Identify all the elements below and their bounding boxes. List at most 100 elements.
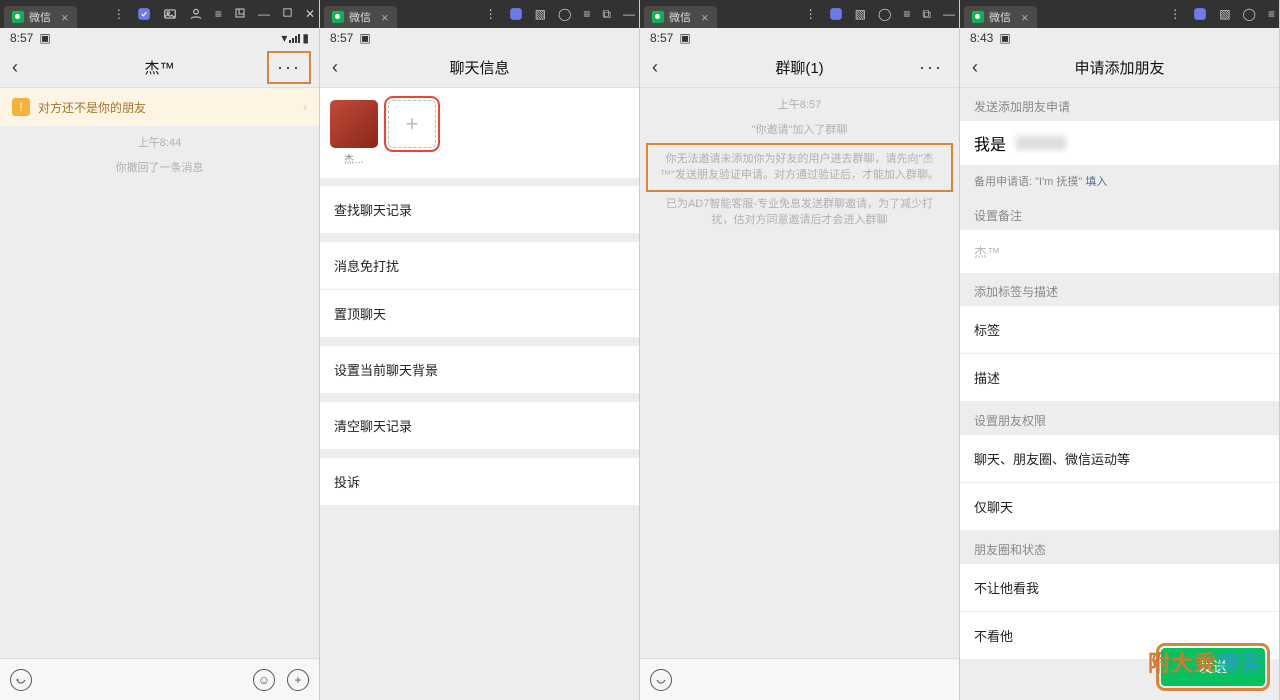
warning-text: 对方还不是你的朋友	[38, 99, 146, 116]
phone-status-bar: 8:57▣	[640, 28, 959, 48]
wifi-icon: ▾	[281, 31, 287, 45]
popout-icon[interactable]	[234, 7, 246, 21]
browser-tab[interactable]: 微信 ×	[4, 6, 77, 28]
wechat-icon	[652, 11, 664, 23]
section-label: 发送添加朋友申请	[960, 88, 1279, 121]
tab-close-icon[interactable]: ×	[381, 10, 389, 25]
avatar-label: 杰…	[330, 151, 378, 166]
tab-close-icon[interactable]: ×	[701, 10, 709, 25]
page-title: 申请添加朋友	[1074, 57, 1164, 78]
apply-note: 备用申请语: "I'm 抚摸" 填入	[960, 165, 1279, 197]
tab-close-icon[interactable]: ×	[1021, 10, 1029, 25]
clock: 8:43	[970, 31, 993, 45]
voice-icon[interactable]	[10, 669, 32, 691]
system-message-verify[interactable]: 你无法邀请未添加你为好友的用户进去群聊，请先向"杰™"发送朋友验证申请。对方通过…	[646, 143, 953, 192]
gallery-icon[interactable]: ▧	[535, 7, 546, 22]
wechat-icon	[12, 11, 24, 23]
app-icon[interactable]	[829, 7, 843, 22]
system-message-invite: 已为AD7智能客服-专业免息发送群聊邀请，为了减少打扰，估对方同意邀请后才会进入…	[640, 194, 959, 231]
setting-report[interactable]: 投诉	[320, 458, 639, 506]
close-icon[interactable]: ✕	[305, 7, 315, 21]
back-icon[interactable]: ‹	[8, 53, 22, 82]
more-button[interactable]: ···	[911, 53, 951, 82]
phone-status-bar: 8:57 ▣ ▾ ▮	[0, 28, 319, 48]
request-text-row[interactable]: 我是	[960, 121, 1279, 165]
member-row: 杰… +	[320, 88, 639, 178]
more-button[interactable]: ···	[267, 51, 311, 84]
send-button[interactable]: 发送	[1161, 648, 1265, 686]
back-icon[interactable]: ‹	[328, 53, 342, 82]
perm-chat-only[interactable]: 仅聊天	[960, 483, 1279, 531]
fill-link[interactable]: 填入	[1085, 176, 1107, 188]
user-icon[interactable]: ◯	[558, 7, 571, 22]
browser-tab[interactable]: 微信×	[964, 6, 1037, 28]
perm-full[interactable]: 聊天、朋友圈、微信运动等	[960, 435, 1279, 483]
browser-tab[interactable]: 微信×	[324, 6, 397, 28]
app-icon[interactable]	[1193, 7, 1207, 21]
add-friend-content: 发送添加朋友申请 我是 备用申请语: "I'm 抚摸" 填入 设置备注 杰™ 添…	[960, 88, 1279, 700]
group-chat-content: 上午8:57 "你邀请"加入了群聊 你无法邀请未添加你为好友的用户进去群聊，请先…	[640, 88, 959, 658]
gallery-icon[interactable]	[163, 7, 177, 21]
wechat-icon	[972, 11, 984, 23]
clock: 8:57	[330, 31, 353, 45]
clock: 8:57	[650, 31, 673, 45]
minimize-icon[interactable]: —	[258, 7, 270, 21]
setting-clear[interactable]: 清空聊天记录	[320, 402, 639, 450]
section-label: 添加标签与描述	[960, 273, 1279, 306]
notif-icon: ▣	[39, 31, 50, 45]
message-timestamp: 上午8:44	[0, 126, 319, 158]
app-icon[interactable]	[137, 7, 151, 21]
desc-row[interactable]: 描述	[960, 354, 1279, 402]
window-titlebar: 微信 × ⋮ ≡ — ✕	[0, 0, 319, 28]
setting-mute[interactable]: 消息免打扰	[320, 242, 639, 290]
request-text-prefix: 我是	[974, 131, 1006, 155]
emoji-icon[interactable]: ☺	[253, 669, 275, 691]
remark-input[interactable]: 杰™	[960, 230, 1279, 273]
message-timestamp: 上午8:57	[640, 88, 959, 120]
add-member-button[interactable]: +	[388, 100, 436, 148]
member-avatar-wrap[interactable]: 杰…	[330, 100, 378, 166]
avatar	[330, 100, 378, 148]
system-message-join: "你邀请"加入了群聊	[640, 120, 959, 141]
back-icon[interactable]: ‹	[648, 53, 662, 82]
battery-icon: ▮	[302, 31, 309, 45]
chat-title: 杰™	[144, 57, 174, 78]
menu-icon[interactable]: ⋮	[113, 7, 125, 21]
maximize-icon[interactable]	[282, 7, 293, 21]
setting-search-history[interactable]: 查找聊天记录	[320, 186, 639, 234]
add-friend-navbar: ‹ 申请添加朋友	[960, 48, 1279, 88]
page-title: 聊天信息	[449, 57, 509, 78]
plus-icon[interactable]: +	[287, 669, 309, 691]
setting-pin[interactable]: 置顶聊天	[320, 290, 639, 338]
tab-label: 微信	[29, 9, 51, 25]
section-label: 设置备注	[960, 197, 1279, 230]
popout-icon[interactable]: ⧉	[602, 7, 611, 22]
priv-hide-my[interactable]: 不让他看我	[960, 564, 1279, 612]
section-label: 设置朋友权限	[960, 402, 1279, 435]
chat-content: 上午8:44 你撤回了一条消息	[0, 126, 319, 658]
setting-background[interactable]: 设置当前聊天背景	[320, 346, 639, 394]
clock: 8:57	[10, 31, 33, 45]
phone-status-bar: 8:57▣	[320, 28, 639, 48]
chat-input-bar	[640, 658, 959, 700]
section-label: 朋友圈和状态	[960, 531, 1279, 564]
browser-tab[interactable]: 微信×	[644, 6, 717, 28]
chat-input-bar: ☺ +	[0, 658, 319, 700]
recall-message: 你撤回了一条消息	[0, 158, 319, 179]
wechat-icon	[332, 11, 344, 23]
voice-icon[interactable]	[650, 669, 672, 691]
list-icon[interactable]: ≡	[215, 7, 222, 21]
window-titlebar: 微信× ⋮▧◯≡⧉—	[640, 0, 959, 28]
info-navbar: ‹ 聊天信息	[320, 48, 639, 88]
signal-icon	[289, 34, 300, 43]
not-friend-banner[interactable]: ! 对方还不是你的朋友 ›	[0, 88, 319, 126]
warning-icon: !	[12, 98, 30, 116]
tab-close-icon[interactable]: ×	[61, 10, 69, 25]
user-icon[interactable]	[189, 7, 203, 21]
window-controls: ⋮ ≡ — ✕	[113, 7, 315, 21]
tag-row[interactable]: 标签	[960, 306, 1279, 354]
chat-navbar: ‹ 杰™ ···	[0, 48, 319, 88]
group-navbar: ‹ 群聊(1) ···	[640, 48, 959, 88]
app-icon[interactable]	[509, 7, 523, 22]
back-icon[interactable]: ‹	[968, 53, 982, 82]
